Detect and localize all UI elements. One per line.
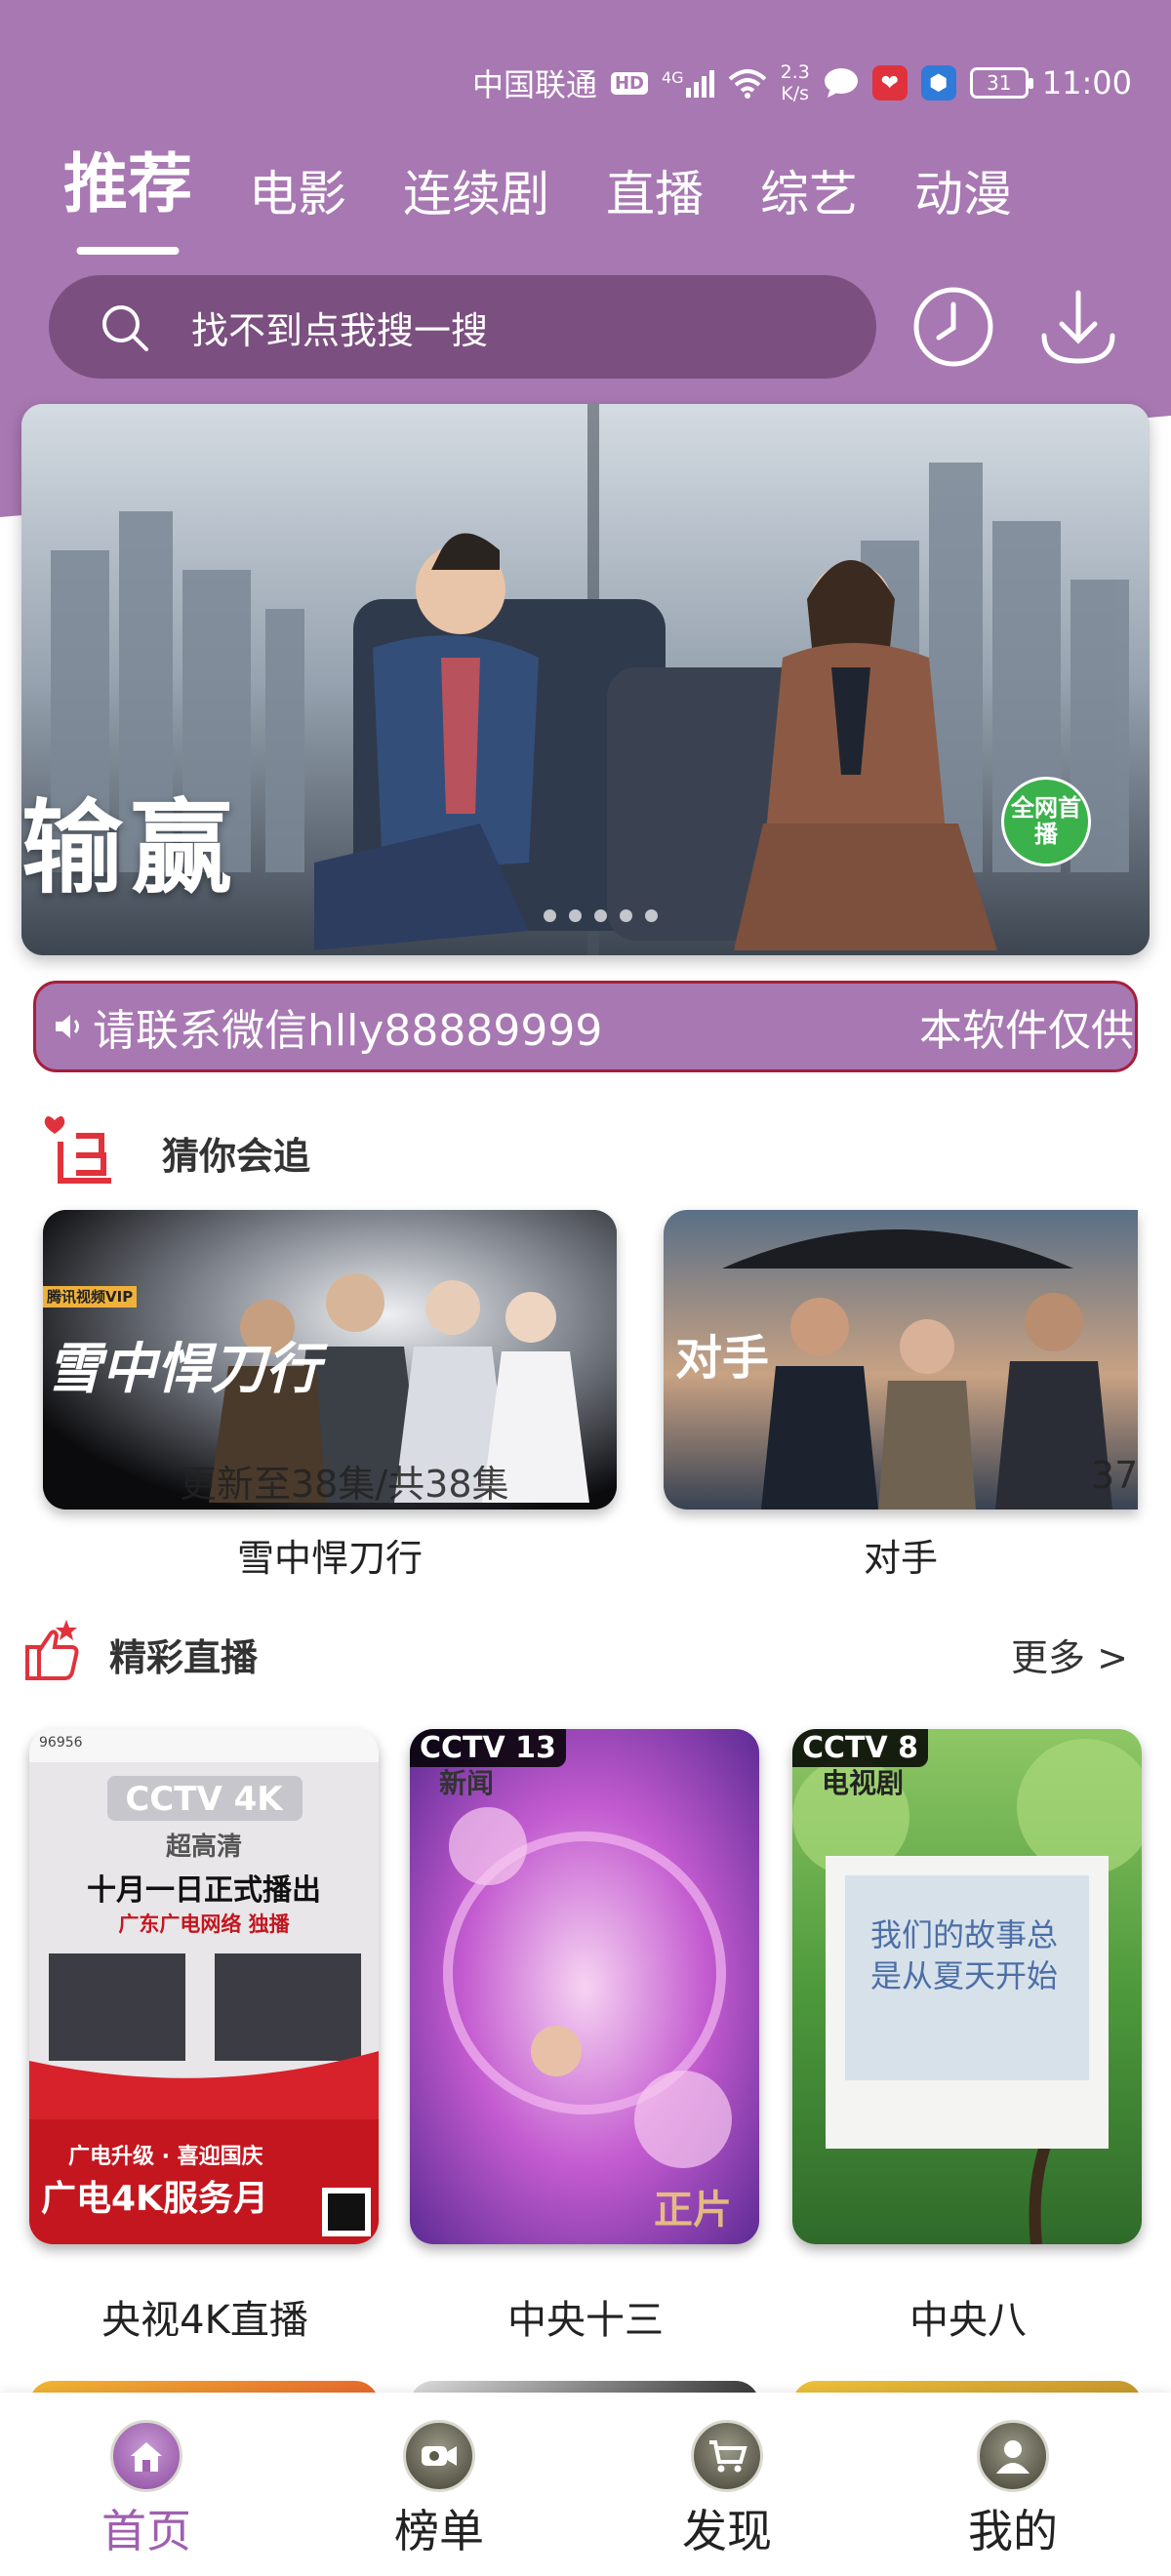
bottom-nav: 首页 榜单 发现 我的 [0,2393,1171,2576]
nav-label: 首页 [101,2505,191,2557]
poster-title: 对手 [675,1331,770,1386]
notice-marquee: 请联系微信hlly88889999 本软件仅供 [33,981,1138,1072]
signal-icon: 4G [662,68,714,98]
tab-movies[interactable]: 电影 [249,155,346,247]
more-link[interactable]: 更多 > [1011,1628,1128,1681]
tab-recommend[interactable]: 推荐 [63,132,192,247]
net-speed: 2.3 K/s [780,61,810,104]
chat-bubble-icon [824,68,858,98]
nav-label: 榜单 [394,2505,484,2557]
download-icon[interactable] [1034,283,1122,371]
carousel-dots[interactable] [544,909,658,922]
channel-category: 新闻 [439,1767,495,1799]
nav-home[interactable]: 首页 [49,2420,244,2560]
history-clock-icon[interactable] [909,283,997,371]
poster-footer2: 广电4K服务月 [41,2179,268,2219]
channel-logo: CCTV 4K [125,1780,283,1819]
nav-label: 发现 [682,2505,772,2557]
channel-category: 电视剧 [822,1767,905,1799]
corner-label: 正片 [654,2188,732,2233]
heart-app-icon: ❤ [871,65,908,101]
poster-note: 我们的故事总是从夏天开始 [870,1916,1059,1994]
tab-live[interactable]: 直播 [606,155,704,247]
status-bar: 中国联通 HD 4G 2.3 K/s ❤ ⬢ 31 11:00 [472,59,1132,107]
battery-icon: 31 [969,67,1033,99]
guess-section-title: 猜你会追 [162,1135,311,1178]
wifi-icon [728,69,766,99]
search-input[interactable]: 找不到点我搜一搜 [49,275,876,379]
search-placeholder: 找不到点我搜一搜 [191,308,489,352]
notice-text-right: 本软件仅供 [919,1006,1134,1056]
hero-banner[interactable]: 输赢 全网首播 [21,404,1150,955]
live-section-title: 精彩直播 [109,1636,259,1679]
category-tabs: 推荐 电影 连续剧 直播 综艺 动漫 [63,132,1069,247]
hd-badge: HD [610,71,648,95]
nav-mine[interactable]: 我的 [915,2420,1110,2560]
poster-footer1: 广电升级 · 喜迎国庆 [68,2145,263,2169]
guess-card-2-title: 对手 [863,1537,938,1580]
video-camera-icon [403,2420,475,2492]
guess-card-1-title: 雪中悍刀行 [236,1537,423,1580]
nav-discover[interactable]: 发现 [629,2420,825,2560]
cart-icon [691,2420,763,2492]
poster-subtitle: 超高清 [165,1832,242,1862]
poster-headline: 十月一日正式播出 [87,1873,321,1908]
episode-status: 更新至38集/共38集 [180,1463,509,1506]
user-icon [977,2420,1049,2492]
guess-card-2[interactable]: 对手 37 [664,1210,1138,1509]
live-card-cctv13-title: 中央十三 [507,2298,664,2343]
shield-app-icon: ⬢ [920,65,956,101]
tab-variety[interactable]: 综艺 [760,155,858,247]
banner-title: 输赢 [21,788,241,907]
nav-ranking[interactable]: 榜单 [342,2420,537,2560]
network-type: 4G [661,68,684,87]
tab-anime[interactable]: 动漫 [914,155,1012,247]
vip-tag: 腾讯视频VIP [47,1288,134,1306]
premiere-badge: 全网首播 [1001,777,1091,866]
home-icon [110,2420,182,2492]
nav-label: 我的 [968,2505,1058,2557]
live-card-cctv8[interactable]: CCTV 8 电视剧 我们的故事总是从夏天开始 [792,1729,1142,2244]
tab-series[interactable]: 连续剧 [403,155,549,247]
poster-title: 雪中悍刀行 [47,1338,320,1401]
carrier-label: 中国联通 [471,66,597,103]
channel-tag: 96956 [39,1735,83,1751]
follow-logo-icon [44,1116,111,1184]
speaker-icon [56,1015,79,1038]
live-card-cctv13[interactable]: CCTV 13 新闻 正片 [410,1729,759,2244]
poster-line2: 广东广电网络 独播 [118,1912,290,1936]
live-card-cctv8-title: 中央八 [909,2298,1027,2343]
live-card-cctv4k-title: 央视4K直播 [101,2298,308,2343]
clock-time: 11:00 [1041,64,1132,101]
notice-text-left: 请联系微信hlly88889999 [93,1006,603,1056]
guess-card-1[interactable]: 腾讯视频VIP 雪中悍刀行 更新至38集/共38集 [43,1210,617,1509]
episode-status: 37 [1091,1454,1138,1497]
thumbs-up-icon [25,1620,79,1680]
search-icon [102,305,148,351]
cctv13-poster-image [410,1729,759,2244]
live-card-cctv4k[interactable]: 96956 CCTV 4K 超高清 十月一日正式播出 广东广电网络 独播 广电升… [29,1729,379,2244]
